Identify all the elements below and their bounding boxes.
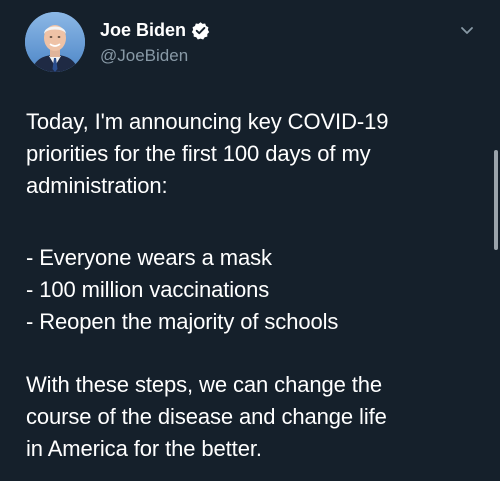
tweet-text-line: With these steps, we can change the <box>26 372 383 397</box>
scrollbar[interactable] <box>494 150 498 250</box>
tweet-text-line: Today, I'm announcing key COVID-19 <box>26 109 389 134</box>
tweet-text-line: course of the disease and change life <box>26 404 387 429</box>
verified-badge-icon <box>191 21 210 40</box>
list-item: - Everyone wears a mask <box>26 245 272 270</box>
display-name-row: Joe Biden <box>100 18 210 42</box>
tweet-closing: With these steps, we can change the cour… <box>26 369 486 465</box>
avatar-image <box>25 12 85 72</box>
list-item: - 100 million vaccinations <box>26 277 270 302</box>
tweet-priority-list: - Everyone wears a mask - 100 million va… <box>26 242 486 338</box>
display-name[interactable]: Joe Biden <box>100 18 186 42</box>
chevron-down-icon[interactable] <box>458 24 476 38</box>
tweet-intro: Today, I'm announcing key COVID-19 prior… <box>26 106 486 202</box>
tweet-text-line: priorities for the first 100 days of my <box>26 141 371 166</box>
tweet-card: Joe Biden @JoeBiden Today, I'm announcin… <box>0 0 500 481</box>
user-handle[interactable]: @JoeBiden <box>100 45 210 67</box>
avatar[interactable] <box>25 12 85 72</box>
tweet-text-line: in America for the better. <box>26 436 262 461</box>
list-item: - Reopen the majority of schools <box>26 309 339 334</box>
tweet-text-line: administration: <box>26 173 168 198</box>
tweet-header: Joe Biden @JoeBiden <box>100 18 210 67</box>
